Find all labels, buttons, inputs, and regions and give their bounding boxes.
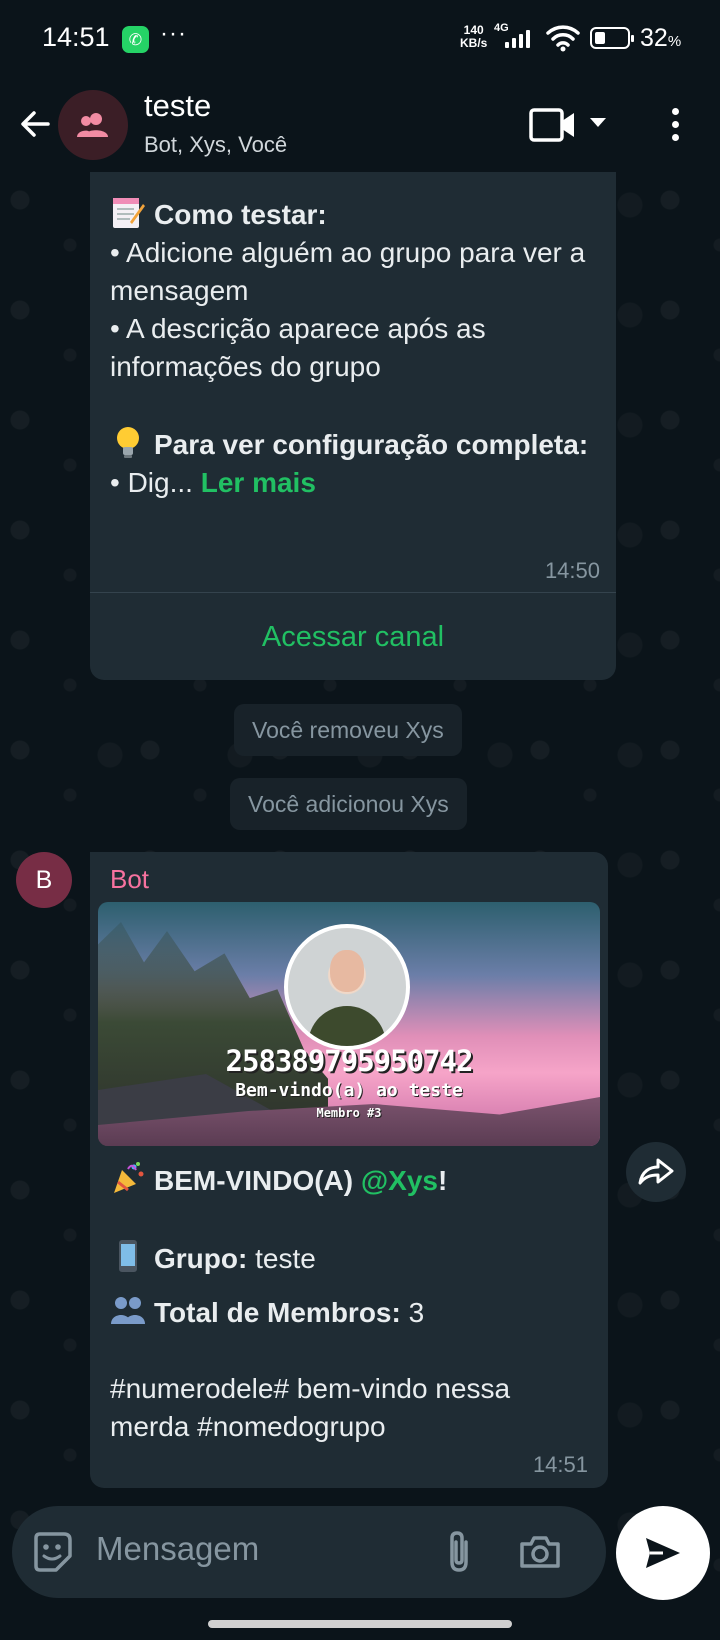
message-time: 14:51 [532, 1452, 588, 1477]
people-emoji [111, 1297, 145, 1324]
bulb-emoji [117, 427, 139, 458]
text-line: • Adicione alguém ao grupo para ver a me… [110, 237, 586, 306]
message-time: 14:50 [544, 558, 600, 583]
welcome-suffix: ! [438, 1165, 448, 1196]
status-time: 14:51 [42, 22, 110, 52]
memo-emoji [113, 198, 145, 228]
status-bar: 14:51 ✆ ··· 140 KB/s 4G 32% [0, 0, 720, 78]
message-text: Como testar: • Adicione alguém ao grupo … [110, 194, 590, 502]
speed-unit: KB/s [460, 36, 488, 50]
chevron-down-icon[interactable] [590, 118, 606, 127]
back-arrow-icon[interactable] [14, 102, 58, 146]
more-vert-icon[interactable] [660, 104, 690, 144]
signal-icon [505, 28, 530, 48]
welcome-heading: BEM-VINDO(A) [154, 1165, 354, 1196]
text-line: • A descrição aparece após as informaçõe… [110, 313, 486, 382]
text-line: • Dig... Ler mais [110, 464, 590, 502]
message-text: BEM-VINDO(A) @Xys! Grupo: teste Total de… [110, 1160, 590, 1446]
battery-percent: 32% [640, 24, 682, 52]
members-label: Total de Membros: [154, 1297, 401, 1328]
party-popper-emoji [114, 1162, 144, 1193]
system-message: Você removeu Xys [234, 704, 462, 756]
message-composer: Mensagem [12, 1506, 606, 1598]
attach-icon[interactable] [442, 1528, 476, 1576]
battery-icon [590, 27, 634, 49]
welcome-card-image[interactable]: 258389795950742 Bem-vindo(a) ao teste Me… [98, 902, 600, 1146]
truncated-text: • Dig... [110, 467, 193, 498]
chat-header: teste Bot, Xys, Você [0, 78, 720, 180]
network-speed: 140 KB/s [460, 24, 487, 50]
text-line: Total de Membros: 3 [110, 1292, 590, 1332]
message-bubble[interactable]: Como testar: • Adicione alguém ao grupo … [90, 172, 616, 680]
battery-level [595, 32, 605, 44]
heading-full-config: Para ver configuração completa: [154, 429, 589, 460]
text-line: Para ver configuração completa: [110, 424, 590, 464]
phone-emoji [119, 1240, 137, 1272]
text-line: #numerodele# bem-vindo nessa merda #nome… [110, 1373, 511, 1442]
sender-name[interactable]: Bot [110, 864, 149, 895]
divider [90, 592, 616, 593]
sticker-icon[interactable] [30, 1530, 74, 1574]
send-icon [646, 1538, 680, 1568]
video-call-icon[interactable] [528, 106, 578, 144]
message-input[interactable]: Mensagem [96, 1530, 259, 1568]
wifi-icon [546, 25, 580, 52]
group-icon [77, 113, 108, 137]
send-button[interactable] [616, 1506, 710, 1600]
group-label: Grupo: [154, 1243, 248, 1274]
camera-icon[interactable] [518, 1530, 562, 1574]
whatsapp-notification-icon: ✆ [122, 26, 149, 53]
chat-members[interactable]: Bot, Xys, Você [144, 132, 287, 158]
card-member: Membro #3 [316, 1106, 382, 1120]
member-photo [284, 924, 410, 1050]
read-more-link[interactable]: Ler mais [201, 467, 316, 498]
more-notifications-icon: ··· [160, 20, 187, 47]
heading-how-to-test: Como testar: [154, 199, 327, 230]
text-line: Como testar: [110, 194, 590, 234]
chat-title[interactable]: teste [144, 88, 211, 124]
group-avatar[interactable] [58, 90, 128, 160]
gesture-nav-bar[interactable] [208, 1620, 512, 1628]
access-channel-button[interactable]: Acessar canal [90, 594, 616, 680]
user-mention[interactable]: @Xys [361, 1165, 438, 1196]
group-value: teste [255, 1243, 316, 1274]
card-number: 258389795950742 [225, 1044, 474, 1078]
members-value: 3 [408, 1297, 425, 1328]
forward-icon [638, 1158, 674, 1185]
text-line: Grupo: teste [110, 1238, 590, 1278]
text-line: BEM-VINDO(A) @Xys! [110, 1160, 590, 1200]
forward-button[interactable] [626, 1142, 686, 1202]
card-welcome: Bem-vindo(a) ao teste [235, 1080, 463, 1101]
system-message: Você adicionou Xys [230, 778, 467, 830]
avatar[interactable]: B [16, 852, 72, 908]
message-bubble[interactable]: Bot 258389795950742 Bem-vindo(a) ao test… [90, 852, 608, 1488]
